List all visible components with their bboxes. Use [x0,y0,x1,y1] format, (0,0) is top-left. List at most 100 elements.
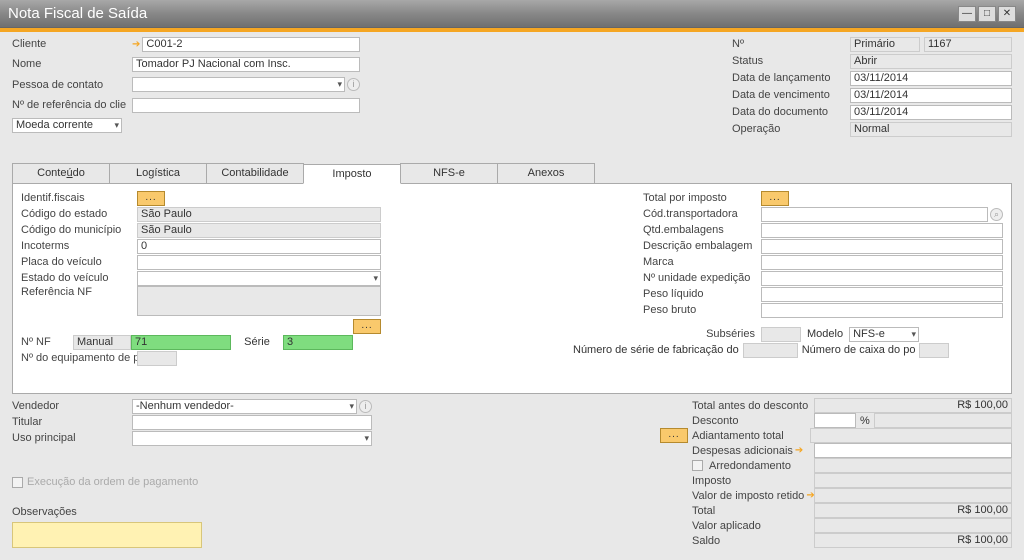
retido-field [814,488,1012,503]
lanc-label: Data de lançamento [732,72,850,84]
estado-label: Código do estado [21,208,137,220]
uso-label: Uso principal [12,432,132,444]
incoterms-field[interactable]: 0 [137,239,381,254]
saldo-field: R$ 100,00 [814,533,1012,548]
refnf-button[interactable]: ... [353,319,381,334]
oper-field: Normal [850,122,1012,137]
numero-value-field[interactable]: 1167 [924,37,1012,52]
equip-label: Nº do equipamento de po [21,352,137,364]
modelo-dropdown[interactable]: NFS-e [849,327,919,342]
oper-label: Operação [732,123,850,135]
close-button[interactable]: ✕ [998,6,1016,22]
tab-nfse[interactable]: NFS-e [400,163,498,183]
municipio-field: São Paulo [137,223,381,238]
estadov-label: Estado do veículo [21,272,137,284]
moeda-dropdown[interactable]: Moeda corrente [12,118,122,133]
adiant-label: Adiantamento total [692,430,810,442]
pesobruto-field[interactable] [761,303,1003,318]
pessoa-label: Pessoa de contato [12,79,132,91]
municipio-label: Código do município [21,224,137,236]
lanc-field[interactable]: 03/11/2014 [850,71,1012,86]
qtdemb-field[interactable] [761,223,1003,238]
doc-label: Data do documento [732,106,850,118]
unid-label: Nº unidade expedição [643,272,761,284]
serie-label: Série [231,336,283,348]
incoterms-label: Incoterms [21,240,137,252]
totalimp-button[interactable]: ... [761,191,789,206]
ref-field[interactable] [132,98,360,113]
transp-label: Cód.transportadora [643,208,761,220]
marca-field[interactable] [761,255,1003,270]
numero-tipo-field[interactable]: Primário [850,37,920,52]
nome-field[interactable]: Tomador PJ Nacional com Insc. [132,57,360,72]
desp-label: Despesas adicionais ➔ [692,445,814,457]
pesobruto-label: Peso bruto [643,304,761,316]
nfnum-label: Nº NF [21,336,73,348]
exec-checkbox [12,477,23,488]
pessoa-dropdown[interactable] [132,77,345,92]
status-field: Abrir [850,54,1012,69]
minimize-button[interactable]: — [958,6,976,22]
nome-label: Nome [12,58,132,70]
arred-label: Arredondamento [709,460,791,472]
desp-field[interactable] [814,443,1012,458]
descemb-field[interactable] [761,239,1003,254]
pesoliq-field[interactable] [761,287,1003,302]
equip-field[interactable] [137,351,177,366]
obs-textarea[interactable] [12,522,202,548]
total-field: R$ 100,00 [814,503,1012,518]
uso-dropdown[interactable] [132,431,372,446]
desc-value-field [874,413,1012,428]
modelo-label: Modelo [801,328,849,340]
numserie-field[interactable] [743,343,798,358]
retido-label: Valor de imposto retido ➔ [692,490,814,502]
desp-arrow-icon[interactable]: ➔ [795,445,803,456]
doc-field[interactable]: 03/11/2014 [850,105,1012,120]
arred-checkbox [692,460,703,471]
titular-field[interactable] [132,415,372,430]
antes-label: Total antes do desconto [692,400,814,412]
venc-field[interactable]: 03/11/2014 [850,88,1012,103]
imp-field [814,473,1012,488]
subseries-field[interactable] [761,327,801,342]
desc-pct-field[interactable] [814,413,856,428]
pct-symbol: % [856,415,874,427]
adiant-button[interactable]: ... [660,428,688,443]
tab-logistica[interactable]: Logística [109,163,207,183]
refnf-field[interactable] [137,286,381,316]
desc-label: Desconto [692,415,814,427]
transp-lookup-icon[interactable]: ⌕ [990,208,1003,221]
tab-anexos[interactable]: Anexos [497,163,595,183]
identif-button[interactable]: ... [137,191,165,206]
vendedor-label: Vendedor [12,400,132,412]
estado-field: São Paulo [137,207,381,222]
tab-imposto[interactable]: Imposto [303,164,401,184]
tabs: Conteúdo Logística Contabilidade Imposto… [12,163,1012,184]
status-label: Status [732,55,850,67]
vendedor-detail-icon[interactable]: i [359,400,372,413]
vendedor-dropdown[interactable]: -Nenhum vendedor- [132,399,357,414]
maximize-button[interactable]: □ [978,6,996,22]
serie-field[interactable]: 3 [283,335,353,350]
obs-label: Observações [12,506,132,518]
arred-field [814,458,1012,473]
contact-detail-icon[interactable]: i [347,78,360,91]
identif-label: Identif.fiscais [21,192,137,204]
exec-label: Execução da ordem de pagamento [27,476,198,488]
retido-arrow-icon[interactable]: ➔ [806,490,814,501]
transp-field[interactable] [761,207,988,222]
placa-label: Placa do veículo [21,256,137,268]
nfnum-field[interactable]: 71 [131,335,231,350]
cliente-field[interactable]: C001-2 [142,37,360,52]
refnf-label: Referência NF [21,286,137,298]
numcaixa-field[interactable] [919,343,949,358]
tab-contabilidade[interactable]: Contabilidade [206,163,304,183]
unid-field[interactable] [761,271,1003,286]
tab-conteudo[interactable]: Conteúdo [12,163,110,183]
placa-field[interactable] [137,255,381,270]
nfmanual-field: Manual [73,335,131,350]
aplicado-field [814,518,1012,533]
link-arrow-icon[interactable]: ➔ [132,39,140,50]
estadov-dropdown[interactable] [137,271,381,286]
title-bar: Nota Fiscal de Saída — □ ✕ [0,0,1024,28]
